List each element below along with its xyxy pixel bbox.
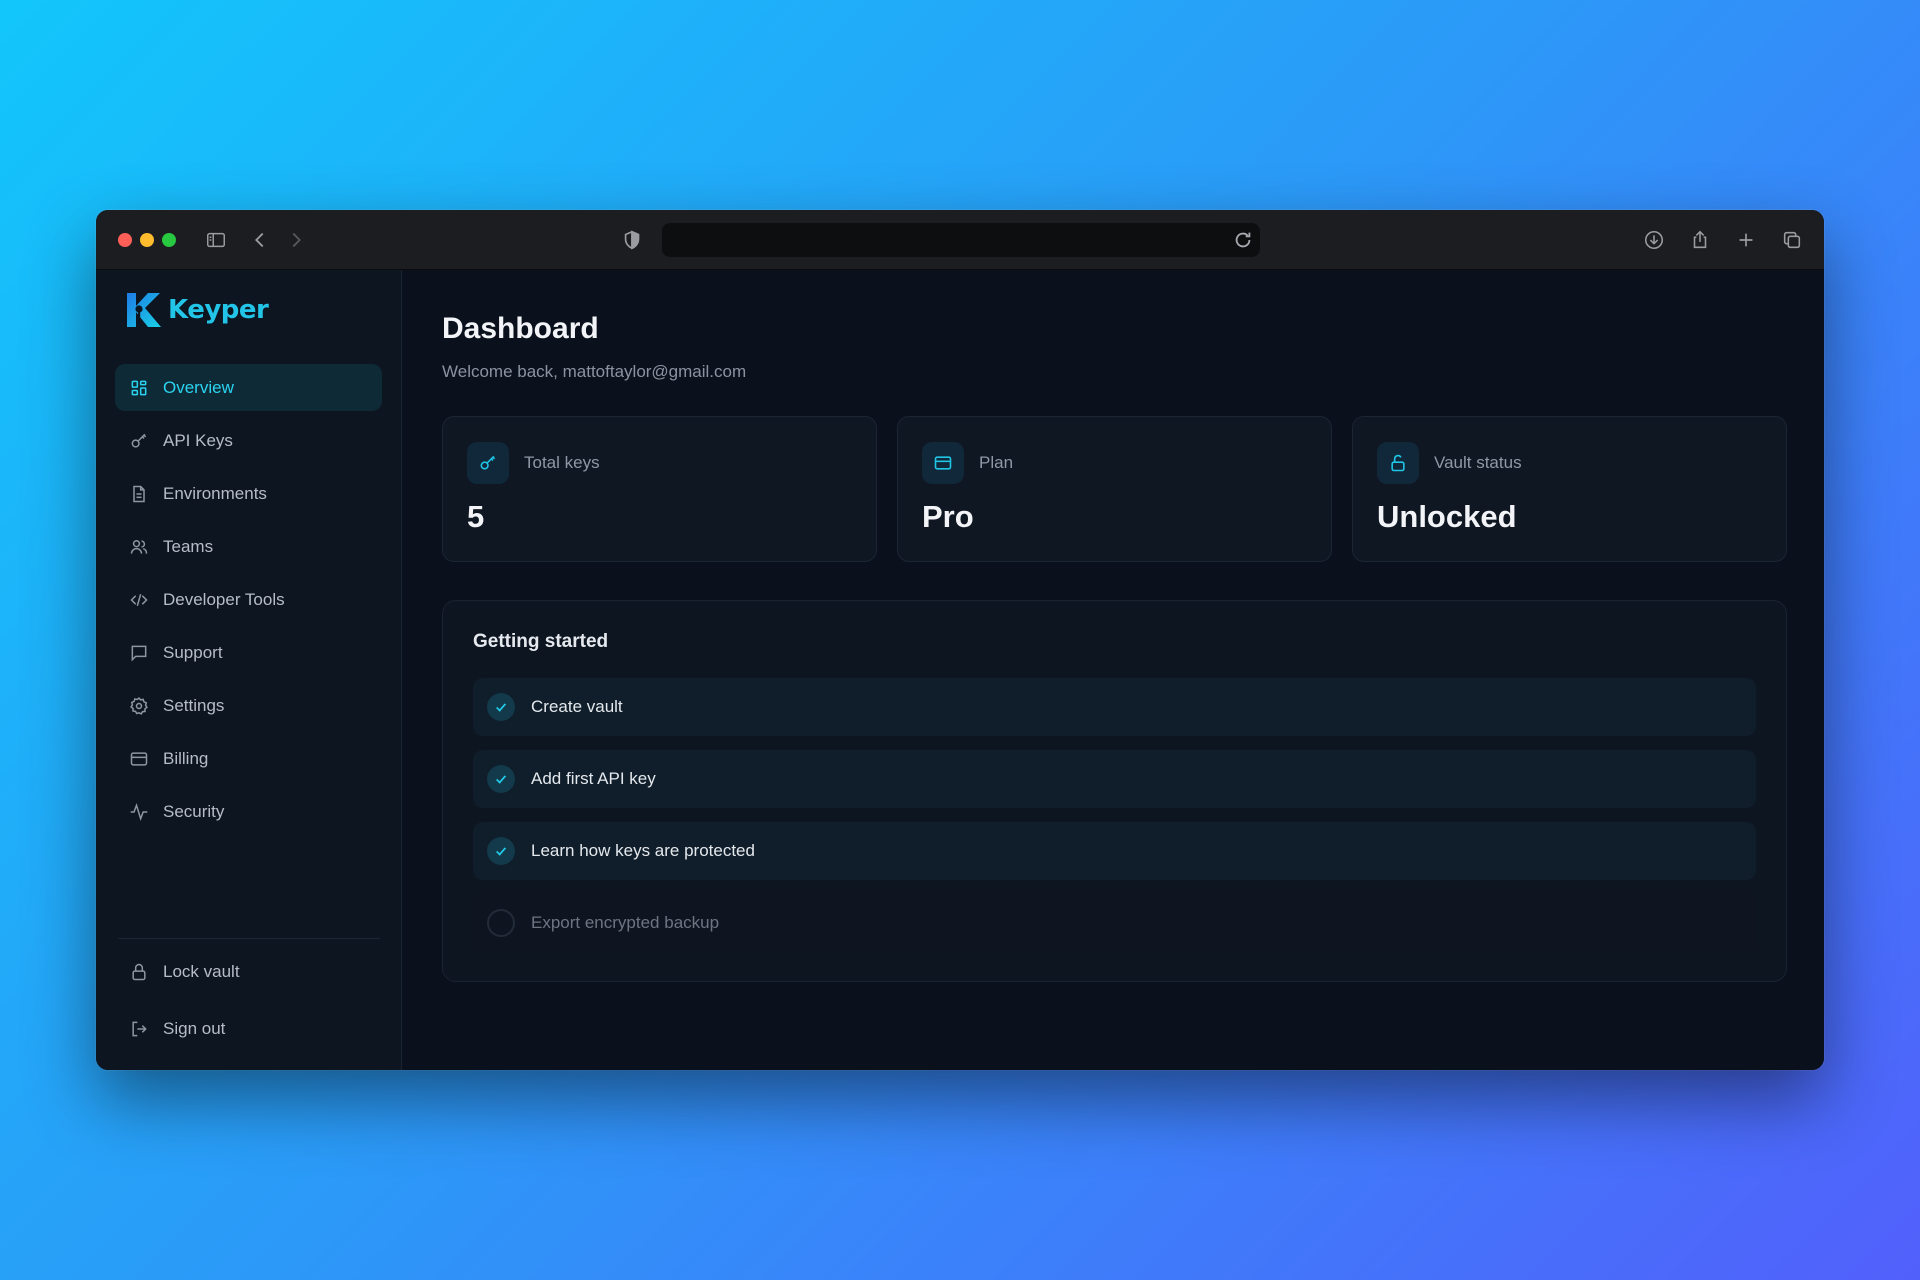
keyper-logo-icon [127, 293, 161, 327]
credit-card-icon [922, 442, 964, 484]
checklist-item-label: Learn how keys are protected [531, 841, 755, 860]
welcome-message: Welcome back, mattoftaylor@gmail.com [442, 362, 747, 381]
brand-name: Keyper [168, 295, 269, 325]
checklist-item-add-first-api-key[interactable]: Add first API key [473, 750, 1756, 808]
sidebar-item-teams[interactable]: Teams [115, 523, 382, 570]
page-title: Dashboard [442, 312, 599, 345]
checklist-item-label: Add first API key [531, 769, 656, 788]
sidebar-item-label: Security [163, 801, 225, 821]
key-icon [129, 431, 149, 451]
back-icon[interactable] [248, 228, 272, 252]
activity-icon [129, 802, 149, 822]
sidebar-item-label: Overview [163, 377, 234, 397]
address-bar[interactable] [662, 223, 1260, 257]
stat-card-total-keys: Total keys 5 [442, 416, 877, 562]
lock-vault-label: Lock vault [163, 961, 240, 981]
users-icon [129, 537, 149, 557]
browser-window: Keyper Overview API Keys Environments Te [96, 210, 1824, 1070]
stat-label: Vault status [1434, 453, 1522, 472]
message-icon [129, 643, 149, 663]
checklist-item-learn-keys-protected[interactable]: Learn how keys are protected [473, 822, 1756, 880]
privacy-shield-icon[interactable] [620, 228, 644, 252]
checklist-item-label: Create vault [531, 697, 623, 716]
checklist-item-create-vault[interactable]: Create vault [473, 678, 1756, 736]
brand-logo[interactable]: Keyper [124, 290, 269, 330]
minimize-window-button[interactable] [140, 233, 154, 247]
maximize-window-button[interactable] [162, 233, 176, 247]
lock-vault-button[interactable]: Lock vault [115, 948, 382, 995]
sidebar-item-environments[interactable]: Environments [115, 470, 382, 517]
sidebar-item-label: Developer Tools [163, 589, 285, 609]
checkmark-icon [487, 693, 515, 721]
checklist-item-label: Export encrypted backup [531, 913, 720, 932]
unlock-icon [1377, 442, 1419, 484]
sidebar-item-support[interactable]: Support [115, 629, 382, 676]
file-icon [129, 484, 149, 504]
credit-card-icon [129, 749, 149, 769]
sidebar-item-overview[interactable]: Overview [115, 364, 382, 411]
grid-icon [129, 378, 149, 398]
stat-value: Unlocked [1377, 499, 1517, 534]
gear-icon [129, 696, 149, 716]
empty-circle-icon [487, 909, 515, 937]
sign-out-icon [129, 1019, 149, 1039]
sidebar-item-label: Teams [163, 536, 214, 556]
close-window-button[interactable] [118, 233, 132, 247]
stat-card-plan: Plan Pro [897, 416, 1332, 562]
sidebar-item-settings[interactable]: Settings [115, 682, 382, 729]
stat-value: Pro [922, 499, 974, 534]
sidebar-item-label: Support [163, 642, 223, 662]
browser-toolbar [96, 210, 1824, 270]
sidebar-item-billing[interactable]: Billing [115, 735, 382, 782]
getting-started-title: Getting started [473, 631, 609, 652]
reload-icon[interactable] [1232, 229, 1254, 251]
sidebar: Keyper Overview API Keys Environments Te [96, 270, 402, 1070]
stat-label: Plan [979, 453, 1014, 472]
forward-icon[interactable] [284, 228, 308, 252]
checklist-item-export-backup[interactable]: Export encrypted backup [473, 894, 1756, 952]
sidebar-item-label: Billing [163, 748, 209, 768]
getting-started-panel: Getting started Create vault Add first A… [442, 600, 1787, 982]
main-content: Dashboard Welcome back, mattoftaylor@gma… [403, 270, 1824, 1070]
sidebar-item-api-keys[interactable]: API Keys [115, 417, 382, 464]
code-icon [129, 590, 149, 610]
stat-card-vault-status: Vault status Unlocked [1352, 416, 1787, 562]
sidebar-item-label: Settings [163, 695, 225, 715]
new-tab-icon[interactable] [1734, 228, 1758, 252]
sidebar-item-security[interactable]: Security [115, 788, 382, 835]
sidebar-toggle-icon[interactable] [204, 228, 228, 252]
tab-overview-icon[interactable] [1780, 228, 1804, 252]
sidebar-item-label: API Keys [163, 430, 233, 450]
stat-label: Total keys [524, 453, 600, 472]
key-icon [467, 442, 509, 484]
checkmark-icon [487, 765, 515, 793]
stat-value: 5 [467, 499, 485, 534]
checkmark-icon [487, 837, 515, 865]
sidebar-divider [118, 938, 380, 939]
sign-out-label: Sign out [163, 1018, 226, 1038]
sign-out-button[interactable]: Sign out [115, 1005, 382, 1052]
sidebar-item-developer-tools[interactable]: Developer Tools [115, 576, 382, 623]
downloads-icon[interactable] [1642, 228, 1666, 252]
sidebar-item-label: Environments [163, 483, 267, 503]
share-icon[interactable] [1688, 228, 1712, 252]
lock-icon [129, 962, 149, 982]
